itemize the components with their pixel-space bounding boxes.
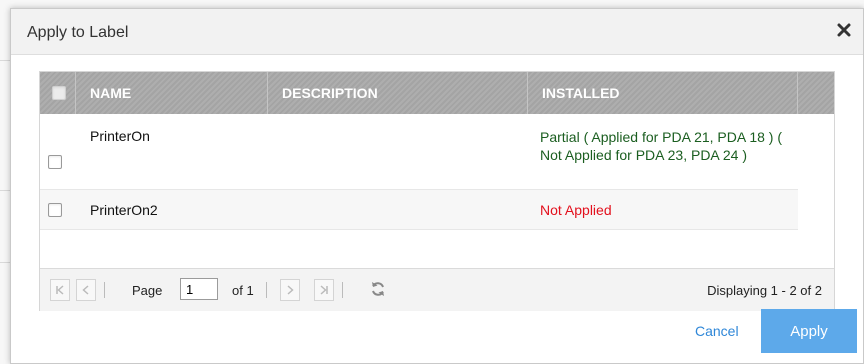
select-all-checkbox[interactable] (52, 86, 66, 100)
page-number-input[interactable] (180, 278, 218, 300)
column-header-installed[interactable]: INSTALLED (528, 72, 798, 114)
row-checkbox[interactable] (48, 155, 62, 169)
select-all-cell (40, 72, 76, 114)
refresh-icon (372, 282, 384, 296)
last-page-icon (320, 285, 328, 295)
first-page-icon (56, 285, 64, 295)
next-page-button[interactable] (280, 279, 300, 301)
column-header-description[interactable]: DESCRIPTION (268, 72, 528, 114)
column-header-name[interactable]: NAME (76, 72, 268, 114)
close-icon (837, 23, 851, 37)
label-grid: NAME DESCRIPTION INSTALLED PrinterOn Par… (39, 71, 835, 311)
row-checkbox[interactable] (48, 203, 62, 217)
page-label: Page (132, 283, 163, 298)
row-installed-status: Not Applied (540, 202, 612, 218)
column-description-label: DESCRIPTION (282, 85, 378, 101)
page-count-label: of 1 (232, 283, 254, 298)
column-installed-label: INSTALLED (542, 85, 620, 101)
first-page-button[interactable] (50, 279, 70, 301)
row-name: PrinterOn (90, 128, 150, 144)
last-page-button[interactable] (314, 279, 334, 301)
page: Apply to Label NAME DESCRIPTION INSTALLE… (0, 0, 864, 364)
prev-page-button[interactable] (76, 279, 96, 301)
refresh-button[interactable] (369, 280, 387, 298)
row-name: PrinterOn2 (90, 202, 158, 218)
close-button[interactable] (833, 19, 855, 41)
toolbar-separator (342, 282, 343, 298)
column-name-label: NAME (90, 85, 132, 101)
next-page-icon (287, 285, 294, 295)
prev-page-icon (82, 285, 89, 295)
dialog-title: Apply to Label (27, 24, 129, 41)
toolbar-separator (104, 282, 105, 298)
row-installed-status: Partial ( Applied for PDA 21, PDA 18 ) (… (540, 129, 783, 163)
apply-to-label-dialog: Apply to Label NAME DESCRIPTION INSTALLE… (10, 8, 864, 364)
toolbar-separator (266, 282, 267, 298)
apply-button[interactable]: Apply (761, 309, 857, 353)
displaying-summary: Displaying 1 - 2 of 2 (707, 283, 822, 298)
table-row[interactable]: PrinterOn2 Not Applied (40, 190, 798, 230)
table-row[interactable]: PrinterOn Partial ( Applied for PDA 21, … (40, 114, 798, 190)
grid-header: NAME DESCRIPTION INSTALLED (40, 72, 834, 114)
pagination-toolbar: Page of 1 (40, 268, 834, 311)
dialog-header: Apply to Label (11, 9, 863, 55)
cancel-button[interactable]: Cancel (695, 323, 739, 339)
